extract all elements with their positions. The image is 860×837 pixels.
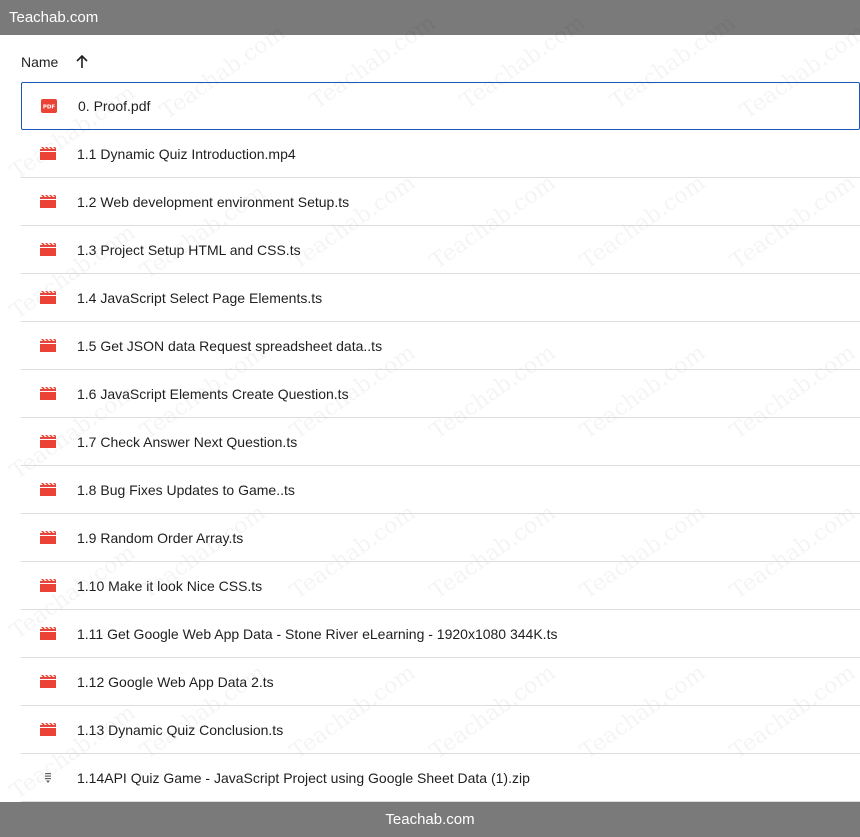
file-row[interactable]: 1.12 Google Web App Data 2.ts <box>21 658 860 706</box>
video-icon <box>40 674 56 690</box>
file-name: 1.3 Project Setup HTML and CSS.ts <box>77 241 301 258</box>
file-name: 1.14API Quiz Game - JavaScript Project u… <box>77 769 530 786</box>
file-row[interactable]: 1.8 Bug Fixes Updates to Game..ts <box>21 466 860 514</box>
file-row[interactable]: 1.6 JavaScript Elements Create Question.… <box>21 370 860 418</box>
video-icon <box>40 290 56 306</box>
video-icon <box>40 146 56 162</box>
bottom-watermark-bar: Teachab.com <box>0 802 860 837</box>
file-row[interactable]: 1.5 Get JSON data Request spreadsheet da… <box>21 322 860 370</box>
video-icon <box>40 626 56 642</box>
file-row[interactable]: 1.10 Make it look Nice CSS.ts <box>21 562 860 610</box>
video-icon <box>40 578 56 594</box>
column-header: Name <box>21 46 92 78</box>
video-icon <box>40 434 56 450</box>
file-row[interactable]: 1.9 Random Order Array.ts <box>21 514 860 562</box>
file-name: 1.13 Dynamic Quiz Conclusion.ts <box>77 721 284 738</box>
file-name: 1.2 Web development environment Setup.ts <box>77 193 350 210</box>
file-name: 1.6 JavaScript Elements Create Question.… <box>77 385 349 402</box>
video-icon <box>40 482 56 498</box>
file-list: PDF 0. Proof.pdf 1.1 Dynamic Quiz Introduc… <box>21 82 860 802</box>
file-row[interactable]: 1.3 Project Setup HTML and CSS.ts <box>21 226 860 274</box>
file-name: 1.10 Make it look Nice CSS.ts <box>77 577 263 594</box>
video-icon <box>40 722 56 738</box>
zip-icon <box>40 770 56 786</box>
file-row[interactable]: PDF 0. Proof.pdf <box>21 82 860 130</box>
file-row[interactable]: 1.14API Quiz Game - JavaScript Project u… <box>21 754 860 802</box>
file-row[interactable]: 1.2 Web development environment Setup.ts <box>21 178 860 226</box>
arrow-up-icon[interactable] <box>72 52 92 72</box>
video-icon <box>40 530 56 546</box>
file-name: 1.11 Get Google Web App Data - Stone Riv… <box>77 625 558 642</box>
file-name: 1.7 Check Answer Next Question.ts <box>77 433 298 450</box>
file-name: 1.12 Google Web App Data 2.ts <box>77 673 274 690</box>
bottom-bar-title: Teachab.com <box>385 811 475 828</box>
video-icon <box>40 242 56 258</box>
top-watermark-bar: Teachab.com <box>0 0 860 35</box>
file-row[interactable]: 1.13 Dynamic Quiz Conclusion.ts <box>21 706 860 754</box>
file-row[interactable]: 1.11 Get Google Web App Data - Stone Riv… <box>21 610 860 658</box>
file-name: 1.1 Dynamic Quiz Introduction.mp4 <box>77 145 296 162</box>
top-bar-title: Teachab.com <box>9 9 99 26</box>
file-row[interactable]: 1.7 Check Answer Next Question.ts <box>21 418 860 466</box>
file-name: 1.8 Bug Fixes Updates to Game..ts <box>77 481 295 498</box>
file-name: 0. Proof.pdf <box>78 98 151 114</box>
file-name: 1.9 Random Order Array.ts <box>77 529 244 546</box>
pdf-icon: PDF <box>41 98 57 114</box>
video-icon <box>40 386 56 402</box>
file-row[interactable]: 1.4 JavaScript Select Page Elements.ts <box>21 274 860 322</box>
file-name: 1.4 JavaScript Select Page Elements.ts <box>77 289 323 306</box>
video-icon <box>40 194 56 210</box>
name-column-header[interactable]: Name <box>21 54 58 70</box>
svg-text:PDF: PDF <box>43 105 56 111</box>
file-row[interactable]: 1.1 Dynamic Quiz Introduction.mp4 <box>21 130 860 178</box>
file-name: 1.5 Get JSON data Request spreadsheet da… <box>77 337 383 354</box>
video-icon <box>40 338 56 354</box>
